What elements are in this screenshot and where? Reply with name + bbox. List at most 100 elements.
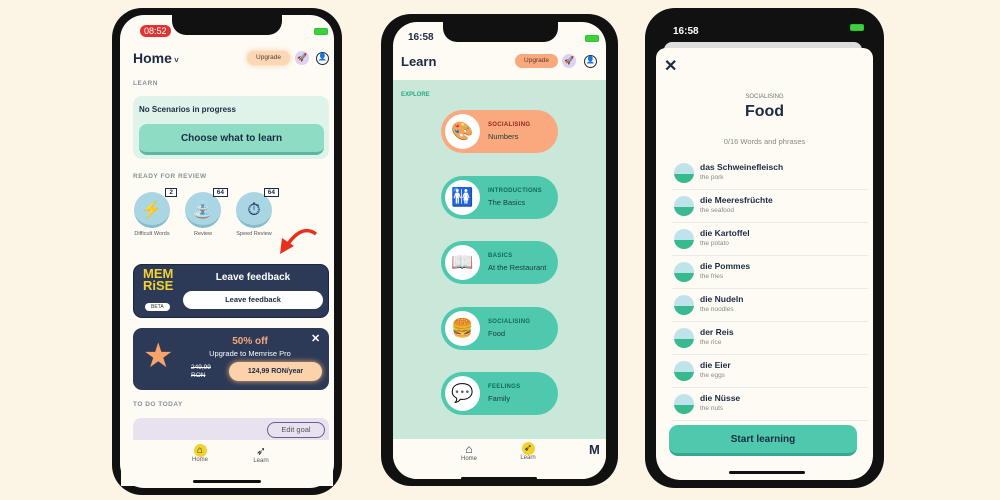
stopwatch-icon: ⏱ bbox=[236, 192, 272, 228]
memrise-logo: MEM RiSE bbox=[143, 266, 174, 293]
word-row[interactable]: der Reis the rice bbox=[672, 322, 868, 355]
promo-discount: 50% off bbox=[232, 336, 268, 347]
review-item[interactable]: ⏱ 64 Speed Review bbox=[235, 188, 279, 238]
word-row[interactable]: die Eier the eggs bbox=[672, 355, 868, 388]
word: das Schweinefleisch bbox=[700, 162, 784, 172]
palette-icon: 🎨 bbox=[445, 114, 480, 149]
book-icon: 📖 bbox=[445, 245, 480, 280]
home-title[interactable]: Home ˅ bbox=[133, 50, 179, 66]
plant-avatar-icon bbox=[674, 163, 694, 183]
plant-avatar-icon bbox=[674, 196, 694, 216]
start-learning-button[interactable]: Start learning bbox=[669, 425, 857, 456]
nav-home[interactable]: ⌂ Home bbox=[188, 444, 212, 463]
nav-more[interactable]: M bbox=[589, 442, 600, 457]
word-row[interactable]: die Nudeln the noodles bbox=[672, 289, 868, 322]
home-indicator bbox=[461, 477, 537, 480]
review-count-badge: 2 bbox=[165, 188, 177, 197]
close-promo-icon[interactable]: ✕ bbox=[311, 332, 320, 345]
plant-avatar-icon bbox=[674, 328, 694, 348]
nav-learn[interactable]: ➶ Learn bbox=[249, 444, 273, 464]
beta-badge: BETA bbox=[145, 303, 170, 311]
learn-section-label: LEARN bbox=[133, 80, 158, 87]
status-time: 08:52 bbox=[140, 25, 171, 37]
translation: the eggs bbox=[700, 372, 725, 379]
burger-drink-icon: 🍔 bbox=[445, 310, 480, 346]
home-icon: ⌂ bbox=[193, 444, 207, 457]
translation: the rice bbox=[700, 339, 722, 346]
upgrade-button[interactable]: Upgrade bbox=[247, 51, 290, 65]
word: die Kartoffel bbox=[700, 228, 750, 238]
translation: the pork bbox=[700, 174, 724, 181]
review-item[interactable]: ⛲ 64 Review bbox=[184, 188, 228, 238]
rocket-icon[interactable]: 🚀 bbox=[295, 51, 309, 65]
rocket-icon[interactable]: 🚀 bbox=[562, 54, 576, 68]
word: die Pommes bbox=[700, 261, 751, 271]
learn-icon: ➶ bbox=[521, 442, 535, 455]
plant-avatar-icon bbox=[674, 295, 694, 315]
profile-icon[interactable]: 👤 bbox=[316, 52, 329, 65]
plant-avatar-icon bbox=[674, 361, 694, 381]
people-icon: 🚻 bbox=[445, 179, 480, 215]
word: die Eier bbox=[700, 360, 731, 370]
explore-label: EXPLORE bbox=[401, 92, 430, 98]
choose-what-to-learn-button[interactable]: Choose what to learn bbox=[139, 124, 324, 155]
status-time: 16:58 bbox=[673, 26, 699, 37]
nav-learn-label: Learn bbox=[520, 455, 536, 461]
word-row[interactable]: die Pommes the fries bbox=[672, 256, 868, 289]
edit-goal-button[interactable]: Edit goal bbox=[267, 422, 325, 438]
scenario-category: SOCIALISING bbox=[488, 318, 531, 325]
scenario-card[interactable]: 📖 BASICS At the Restaurant bbox=[441, 241, 558, 284]
watering-can-icon: ⛲ bbox=[185, 192, 221, 228]
price-button[interactable]: 124,99 RON/year bbox=[229, 362, 322, 381]
home-indicator bbox=[729, 471, 805, 474]
word: die Nudeln bbox=[700, 294, 744, 304]
learn-title: Learn bbox=[401, 54, 437, 69]
review-section-label: READY FOR REVIEW bbox=[133, 173, 207, 180]
food-title: Food bbox=[744, 103, 785, 120]
close-icon[interactable]: ✕ bbox=[664, 56, 677, 76]
home-indicator bbox=[193, 480, 261, 483]
translation: the fries bbox=[700, 273, 724, 280]
translation: the potato bbox=[700, 240, 729, 247]
home-icon: ⌂ bbox=[465, 442, 473, 456]
scenario-card[interactable]: 🎨 SOCIALISING Numbers bbox=[441, 110, 558, 153]
nav-learn[interactable]: ➶ Learn bbox=[516, 442, 540, 461]
notch bbox=[172, 15, 282, 35]
old-price: 249,99 RON bbox=[191, 364, 211, 379]
scenario-name: Food bbox=[488, 328, 506, 338]
scenario-card[interactable]: 🍔 SOCIALISING Food bbox=[441, 306, 558, 350]
word: der Reis bbox=[700, 327, 734, 337]
chevron-down-icon: ˅ bbox=[171, 56, 179, 65]
chat-bubble-icon: 💬 bbox=[445, 376, 480, 411]
progress-text: 0/16 Words and phrases bbox=[723, 137, 806, 146]
home-title-text: Home bbox=[133, 50, 172, 66]
leave-feedback-button[interactable]: Leave feedback bbox=[183, 291, 323, 309]
word: die Meeresfrüchte bbox=[700, 195, 773, 205]
plant-avatar-icon bbox=[674, 394, 694, 414]
scenario-category: FEELINGS bbox=[488, 384, 521, 390]
word-row[interactable]: die Meeresfrüchte the seafood bbox=[672, 190, 868, 223]
nav-home-label: Home bbox=[191, 457, 208, 463]
todo-section-label: TO DO TODAY bbox=[133, 401, 183, 408]
notch bbox=[443, 22, 558, 42]
nav-home[interactable]: ⌂ Home bbox=[457, 442, 481, 462]
upgrade-button[interactable]: Upgrade bbox=[515, 54, 558, 68]
scenario-category: SOCIALISING bbox=[488, 122, 531, 128]
translation: the seafood bbox=[700, 207, 734, 214]
profile-icon[interactable]: 👤 bbox=[584, 55, 597, 68]
word-row[interactable]: die Nüsse the nuts bbox=[672, 388, 868, 421]
scenario-card[interactable]: 🚻 INTRODUCTIONS The Basics bbox=[441, 175, 558, 219]
review-label: Speed Review bbox=[236, 231, 272, 237]
scenario-category: BASICS bbox=[488, 253, 513, 259]
word: die Nüsse bbox=[700, 393, 741, 403]
plant-avatar-icon bbox=[674, 262, 694, 282]
scenario-card[interactable]: 💬 FEELINGS Family bbox=[441, 372, 558, 415]
word-row[interactable]: die Kartoffel the potato bbox=[672, 223, 868, 256]
scenario-name: At the Restaurant bbox=[488, 263, 547, 272]
battery-icon bbox=[585, 35, 599, 42]
word-row[interactable]: das Schweinefleisch the pork bbox=[672, 157, 868, 190]
no-scenarios-text: No Scenarios in progress bbox=[139, 105, 236, 114]
feedback-title: Leave feedback bbox=[215, 272, 291, 283]
review-label: Review bbox=[193, 231, 213, 237]
review-item[interactable]: ⚡ 2 Difficult Words bbox=[133, 188, 177, 238]
